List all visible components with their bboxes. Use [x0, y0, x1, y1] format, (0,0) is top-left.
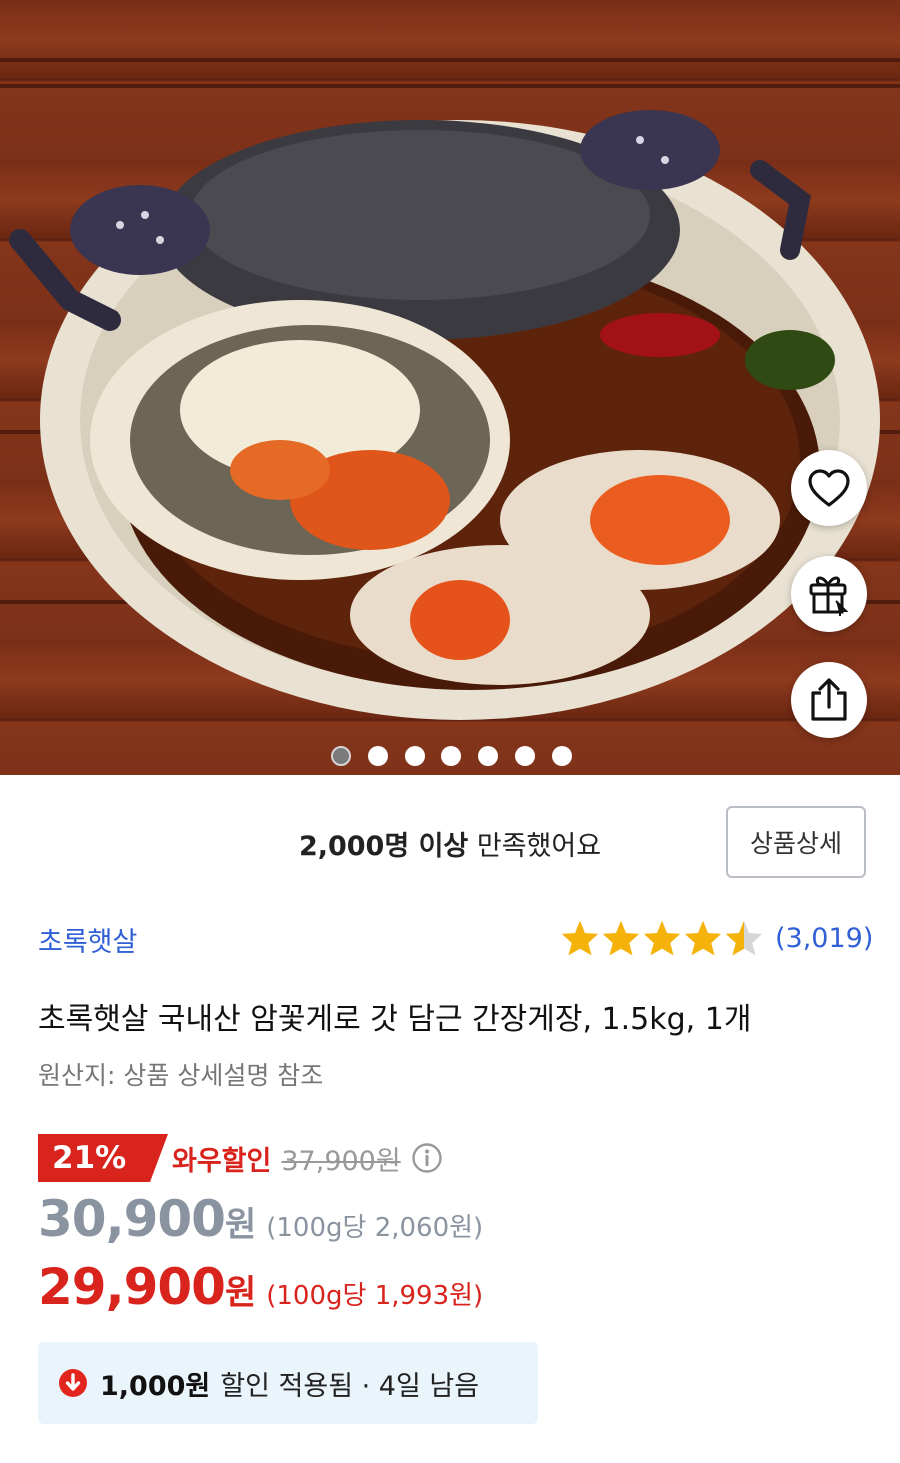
product-origin: 원산지: 상품 상세설명 참조 [38, 1061, 324, 1090]
gift-button[interactable] [791, 556, 867, 632]
pagination-dot[interactable] [478, 746, 498, 766]
discount-badge: 21% [38, 1134, 168, 1182]
share-icon [811, 678, 847, 721]
down-arrow-icon [59, 1369, 87, 1397]
gift-icon [809, 576, 849, 616]
info-icon[interactable] [411, 1142, 443, 1174]
heart-icon [808, 469, 850, 507]
pagination-dot[interactable] [405, 746, 425, 766]
product-title: 초록햇살 국내산 암꽃게로 갓 담근 간장게장, 1.5kg, 1개 [38, 1002, 752, 1037]
sale-price-currency: 원 [224, 1205, 257, 1245]
final-unit-price: (100g당 1,993원) [266, 1281, 484, 1311]
sale-unit-price: (100g당 2,060원) [266, 1213, 484, 1243]
final-price-currency: 원 [224, 1273, 257, 1313]
coupon-amount: 1,000원 [100, 1370, 211, 1402]
star-full-icon [602, 920, 640, 956]
star-full-icon [684, 920, 722, 956]
sale-price: 30,900 [38, 1190, 226, 1248]
pagination-dot[interactable] [331, 746, 351, 766]
product-detail-button[interactable]: 상품상세 [726, 806, 866, 878]
wow-discount-label: 와우할인 [172, 1145, 272, 1177]
satisfaction-banner: 2,000명 이상 만족했어요 상품상세 [0, 800, 900, 884]
pagination-dot[interactable] [441, 746, 461, 766]
crab-dish-illustration [9, 110, 880, 720]
pagination-dot[interactable] [515, 746, 535, 766]
original-price: 37,900원 [281, 1145, 401, 1177]
satisfaction-label: 만족했어요 [468, 831, 602, 862]
brand-link[interactable]: 초록햇살 [38, 920, 137, 959]
sale-price-row: 30,900 원 (100g당 2,060원) [38, 1190, 483, 1248]
rating-summary[interactable]: (3,019) [560, 918, 873, 958]
discount-row: 21% 와우할인 37,900원 [38, 1134, 443, 1182]
wishlist-button[interactable] [791, 450, 867, 526]
satisfaction-count: 2,000명 이상 [298, 831, 469, 862]
final-price: 29,900 [38, 1258, 226, 1316]
share-button[interactable] [791, 662, 867, 738]
pagination-dot[interactable] [368, 746, 388, 766]
coupon-status: 할인 적용됨 · 4일 남음 [220, 1370, 480, 1402]
star-half-icon [725, 920, 763, 956]
star-full-icon [643, 920, 681, 956]
final-price-row: 29,900 원 (100g당 1,993원) [38, 1258, 483, 1316]
coupon-banner[interactable]: 1,000원 할인 적용됨 · 4일 남음 [38, 1342, 538, 1424]
product-image[interactable] [0, 0, 900, 775]
pagination-dot[interactable] [552, 746, 572, 766]
gallery-pagination [0, 746, 900, 766]
star-full-icon [561, 920, 599, 956]
review-count[interactable]: (3,019) [775, 923, 873, 954]
star-rating [560, 919, 765, 957]
discount-rate: 21% [52, 1140, 127, 1176]
